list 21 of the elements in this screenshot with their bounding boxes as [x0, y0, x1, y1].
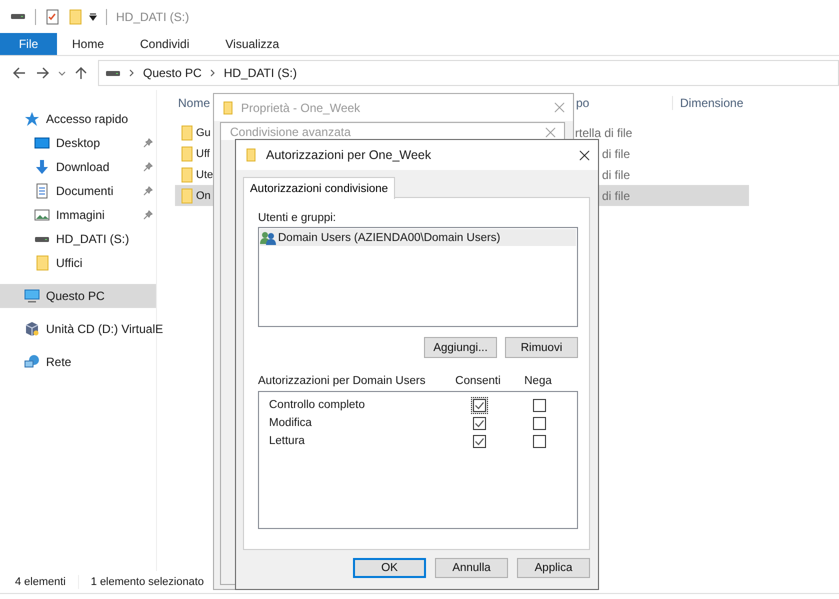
permission-name: Controllo completo — [269, 399, 366, 411]
selection-count: 1 elemento selezionato — [90, 576, 204, 588]
file-name: Gu — [196, 126, 211, 138]
permission-name: Modifica — [269, 417, 313, 429]
file-type: di file — [602, 146, 630, 160]
section-label: Utenti e gruppi: — [258, 212, 337, 224]
dialog-title: Autorizzazioni per One_Week — [266, 148, 432, 162]
permission-name: Lettura — [269, 435, 306, 447]
column-header: Nega — [523, 375, 553, 387]
file-type: rtella di file — [575, 126, 632, 140]
item-count: 4 elementi — [15, 576, 66, 588]
column-header: Consenti — [454, 375, 502, 387]
file-type: di file — [602, 168, 630, 182]
section-label: Autorizzazioni per Domain Users — [258, 375, 426, 387]
dialog-title: Condivisione avanzata — [230, 125, 351, 139]
dialog-title: Proprietà - One_Week — [241, 100, 360, 114]
window-title: HD_DATI (S:) — [116, 10, 190, 24]
file-name: Ute — [196, 168, 214, 180]
file-name: On — [196, 190, 211, 202]
file-type: di file — [602, 188, 630, 202]
file-name: Uff — [196, 148, 210, 160]
